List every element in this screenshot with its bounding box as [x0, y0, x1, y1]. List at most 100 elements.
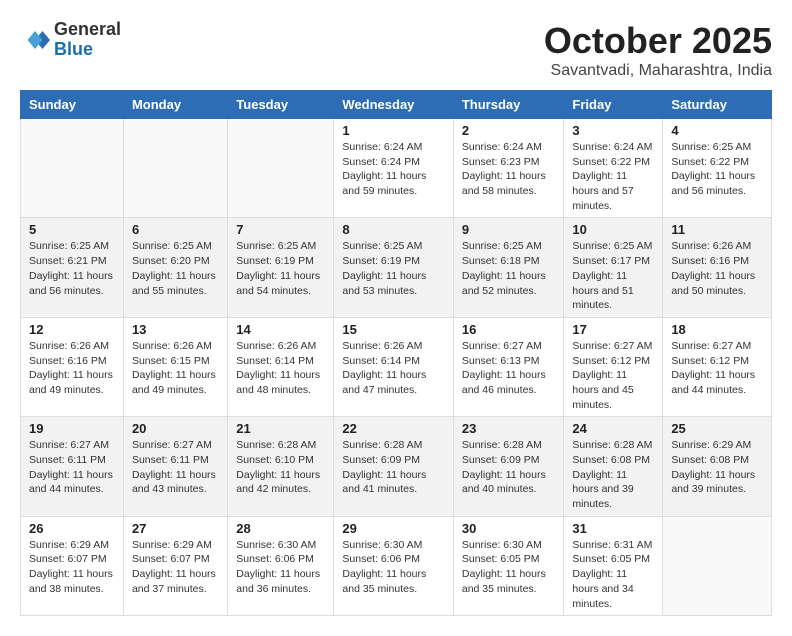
calendar-cell: 27 Sunrise: 6:29 AMSunset: 6:07 PMDayligh… [123, 516, 227, 615]
calendar-cell: 26Sunrise: 6:29 AMSunset: 6:07 PMDayligh… [21, 516, 124, 615]
day-number: 30 [462, 521, 556, 536]
day-info: Sunrise: 6:29 AMSunset: 6:07 PMDaylight:… [132, 538, 219, 597]
day-number: 15 [342, 322, 444, 337]
calendar-body: 1 Sunrise: 6:24 AMSunset: 6:24 PMDaylight… [21, 119, 772, 616]
day-info: Sunrise: 6:28 AMSunset: 6:09 PMDaylight:… [462, 438, 556, 497]
calendar-cell: 14 Sunrise: 6:26 AMSunset: 6:14 PMDayligh… [228, 317, 334, 416]
calendar-cell: 12 Sunrise: 6:26 AMSunset: 6:16 PMDayligh… [21, 317, 124, 416]
calendar-cell: 2 Sunrise: 6:24 AMSunset: 6:23 PMDaylight… [453, 119, 564, 218]
week-row-5: 26 Sunrise: 6:29 AMSunset: 6:07 PMDayligh… [21, 516, 772, 615]
day-number: 26 [29, 521, 115, 536]
weekday-header-tuesday: Tuesday [228, 91, 334, 119]
day-info: Sunrise: 6:24 AMSunset: 6:23 PMDaylight:… [462, 140, 556, 199]
day-number: 24 [572, 421, 654, 436]
day-number: 7 [236, 222, 325, 237]
day-info: Sunrise: 6:30 AMSunset: 6:06 PMDaylight:… [342, 538, 444, 597]
day-info: Sunrise: 6:27 AMSunset: 6:12 PMDaylight:… [572, 339, 654, 412]
calendar-cell: 31 Sunrise: 6:31 AMSunset: 6:05 PMDayligh… [564, 516, 663, 615]
calendar-cell: 5 Sunrise: 6:25 AMSunset: 6:21 PMDaylight… [21, 218, 124, 317]
day-number: 12 [29, 322, 115, 337]
calendar-cell: 13Sunrise: 6:26 AMSunset: 6:15 PMDayligh… [123, 317, 227, 416]
day-info: Sunrise: 6:25 AMSunset: 6:21 PMDaylight:… [29, 239, 115, 298]
day-number: 23 [462, 421, 556, 436]
day-number: 2 [462, 123, 556, 138]
day-number: 21 [236, 421, 325, 436]
day-number: 1 [342, 123, 444, 138]
week-row-2: 5 Sunrise: 6:25 AMSunset: 6:21 PMDaylight… [21, 218, 772, 317]
calendar-cell: 1 Sunrise: 6:24 AMSunset: 6:24 PMDaylight… [334, 119, 453, 218]
calendar-cell: 20Sunrise: 6:27 AMSunset: 6:11 PMDayligh… [123, 417, 227, 516]
day-info: Sunrise: 6:26 AMSunset: 6:15 PMDaylight:… [132, 339, 219, 398]
day-info: Sunrise: 6:31 AMSunset: 6:05 PMDaylight:… [572, 538, 654, 611]
title-block: October 2025 Savantvadi, Maharashtra, In… [544, 20, 772, 80]
day-number: 17 [572, 322, 654, 337]
day-info: Sunrise: 6:26 AMSunset: 6:14 PMDaylight:… [342, 339, 444, 398]
subtitle: Savantvadi, Maharashtra, India [544, 62, 772, 80]
day-info: Sunrise: 6:25 AMSunset: 6:22 PMDaylight:… [671, 140, 763, 199]
calendar-header: SundayMondayTuesdayWednesdayThursdayFrid… [21, 91, 772, 119]
day-number: 31 [572, 521, 654, 536]
calendar-cell: 16 Sunrise: 6:27 AMSunset: 6:13 PMDayligh… [453, 317, 564, 416]
day-number: 22 [342, 421, 444, 436]
logo-blue: Blue [54, 40, 121, 60]
day-number: 18 [671, 322, 763, 337]
day-number: 10 [572, 222, 654, 237]
calendar-cell: 30 Sunrise: 6:30 AMSunset: 6:05 PMDayligh… [453, 516, 564, 615]
day-number: 9 [462, 222, 556, 237]
calendar-cell: 8Sunrise: 6:25 AMSunset: 6:19 PMDaylight… [334, 218, 453, 317]
calendar-cell: 7 Sunrise: 6:25 AMSunset: 6:19 PMDaylight… [228, 218, 334, 317]
logo: General Blue [20, 20, 121, 60]
weekday-header-row: SundayMondayTuesdayWednesdayThursdayFrid… [21, 91, 772, 119]
day-info: Sunrise: 6:25 AMSunset: 6:19 PMDaylight:… [342, 239, 444, 298]
page-header: General Blue October 2025 Savantvadi, Ma… [20, 20, 772, 80]
day-number: 27 [132, 521, 219, 536]
day-number: 4 [671, 123, 763, 138]
calendar-cell: 19Sunrise: 6:27 AMSunset: 6:11 PMDayligh… [21, 417, 124, 516]
day-info: Sunrise: 6:30 AMSunset: 6:06 PMDaylight:… [236, 538, 325, 597]
day-number: 14 [236, 322, 325, 337]
day-number: 5 [29, 222, 115, 237]
weekday-header-wednesday: Wednesday [334, 91, 453, 119]
day-info: Sunrise: 6:25 AMSunset: 6:17 PMDaylight:… [572, 239, 654, 312]
calendar-cell: 11Sunrise: 6:26 AMSunset: 6:16 PMDayligh… [663, 218, 772, 317]
day-info: Sunrise: 6:27 AMSunset: 6:13 PMDaylight:… [462, 339, 556, 398]
weekday-header-thursday: Thursday [453, 91, 564, 119]
calendar-cell: 9 Sunrise: 6:25 AMSunset: 6:18 PMDaylight… [453, 218, 564, 317]
day-info: Sunrise: 6:27 AMSunset: 6:11 PMDaylight:… [132, 438, 219, 497]
calendar-cell: 22 Sunrise: 6:28 AMSunset: 6:09 PMDayligh… [334, 417, 453, 516]
day-number: 16 [462, 322, 556, 337]
calendar-cell: 28 Sunrise: 6:30 AMSunset: 6:06 PMDayligh… [228, 516, 334, 615]
calendar-cell: 25 Sunrise: 6:29 AMSunset: 6:08 PMDayligh… [663, 417, 772, 516]
weekday-header-friday: Friday [564, 91, 663, 119]
day-number: 6 [132, 222, 219, 237]
day-info: Sunrise: 6:29 AMSunset: 6:08 PMDaylight:… [671, 438, 763, 497]
day-info: Sunrise: 6:25 AMSunset: 6:19 PMDaylight:… [236, 239, 325, 298]
day-info: Sunrise: 6:26 AMSunset: 6:16 PMDaylight:… [29, 339, 115, 398]
day-info: Sunrise: 6:26 AMSunset: 6:16 PMDaylight:… [671, 239, 763, 298]
calendar-cell: 17 Sunrise: 6:27 AMSunset: 6:12 PMDayligh… [564, 317, 663, 416]
day-info: Sunrise: 6:25 AMSunset: 6:18 PMDaylight:… [462, 239, 556, 298]
weekday-header-saturday: Saturday [663, 91, 772, 119]
day-info: Sunrise: 6:30 AMSunset: 6:05 PMDaylight:… [462, 538, 556, 597]
calendar-cell: 4 Sunrise: 6:25 AMSunset: 6:22 PMDaylight… [663, 119, 772, 218]
week-row-4: 19 Sunrise: 6:27 AMSunset: 6:11 PMDayligh… [21, 417, 772, 516]
calendar-cell [228, 119, 334, 218]
weekday-header-sunday: Sunday [21, 91, 124, 119]
day-info: Sunrise: 6:26 AMSunset: 6:14 PMDaylight:… [236, 339, 325, 398]
week-row-1: 1 Sunrise: 6:24 AMSunset: 6:24 PMDaylight… [21, 119, 772, 218]
day-number: 28 [236, 521, 325, 536]
day-number: 25 [671, 421, 763, 436]
calendar-cell: 23 Sunrise: 6:28 AMSunset: 6:09 PMDayligh… [453, 417, 564, 516]
day-number: 19 [29, 421, 115, 436]
calendar-cell: 18Sunrise: 6:27 AMSunset: 6:12 PMDayligh… [663, 317, 772, 416]
calendar-cell [123, 119, 227, 218]
logo-icon [20, 25, 50, 55]
calendar-table: SundayMondayTuesdayWednesdayThursdayFrid… [20, 90, 772, 616]
day-info: Sunrise: 6:28 AMSunset: 6:08 PMDaylight:… [572, 438, 654, 511]
day-info: Sunrise: 6:28 AMSunset: 6:09 PMDaylight:… [342, 438, 444, 497]
day-info: Sunrise: 6:24 AMSunset: 6:24 PMDaylight:… [342, 140, 444, 199]
calendar-cell [21, 119, 124, 218]
weekday-header-monday: Monday [123, 91, 227, 119]
day-number: 3 [572, 123, 654, 138]
logo-general: General [54, 20, 121, 40]
